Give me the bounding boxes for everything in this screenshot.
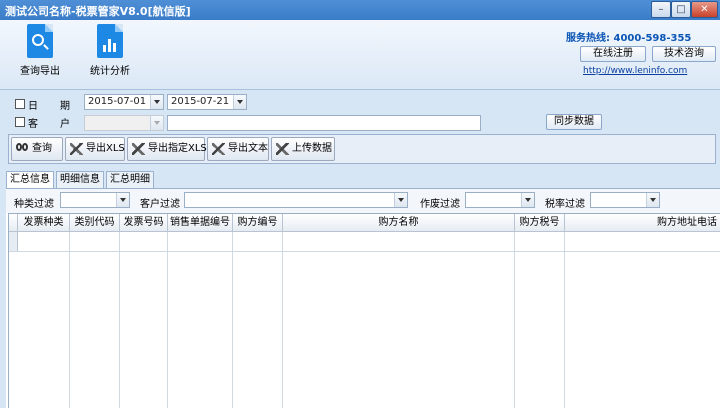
window-title: 测试公司名称-税票管家V8.0[航信版]: [5, 5, 191, 18]
query-button[interactable]: 查询: [11, 137, 63, 161]
table-row[interactable]: [9, 251, 720, 252]
magnifier-document-icon: [27, 24, 53, 58]
chevron-down-icon[interactable]: [150, 95, 163, 109]
export-specified-xls-button[interactable]: 导出指定XLS: [127, 137, 207, 161]
column-header[interactable]: 购方名称: [283, 214, 515, 232]
row-indicator: [9, 232, 18, 251]
row-indicator-header: [9, 214, 18, 232]
customer-filter-label: 客户过滤: [140, 199, 180, 210]
column-header[interactable]: 购方地址电话: [565, 214, 720, 232]
grid-header: 发票种类 类别代码 发票号码 销售单据编号 购方编号 购方名称 购方税号 购方地…: [9, 214, 720, 232]
tab-summary-info[interactable]: 汇总信息: [6, 171, 54, 189]
query-export-tool[interactable]: 查询导出: [10, 24, 70, 86]
close-button[interactable]: ✕: [691, 1, 718, 18]
type-filter-select[interactable]: [60, 192, 130, 208]
maximize-button[interactable]: □: [671, 1, 691, 18]
date-from-value: 2015-07-01: [88, 96, 147, 107]
online-register-button[interactable]: 在线注册: [580, 46, 646, 62]
tab-detail-info[interactable]: 明细信息: [56, 171, 104, 188]
customer-select[interactable]: [84, 115, 164, 131]
export-text-button[interactable]: 导出文本: [207, 137, 269, 161]
void-filter-label: 作废过滤: [420, 199, 460, 210]
column-divider: [564, 232, 565, 408]
date-to-picker[interactable]: 2015-07-21: [167, 94, 247, 110]
type-filter-label: 种类过滤: [14, 199, 54, 210]
chevron-down-icon[interactable]: [233, 95, 246, 109]
date-to-value: 2015-07-21: [171, 96, 230, 107]
export-icon: [132, 143, 145, 155]
date-label-1: 日: [28, 101, 38, 112]
column-divider: [167, 232, 168, 408]
date-checkbox[interactable]: [15, 99, 25, 109]
invoice-grid[interactable]: 发票种类 类别代码 发票号码 销售单据编号 购方编号 购方名称 购方税号 购方地…: [8, 213, 720, 408]
statistics-label: 统计分析: [90, 66, 130, 77]
customer-input[interactable]: [167, 115, 481, 131]
binoculars-icon: [16, 143, 29, 155]
chevron-down-icon[interactable]: [646, 193, 659, 207]
customer-label-2: 户: [60, 119, 70, 130]
customer-checkbox[interactable]: [15, 117, 25, 127]
upload-data-button[interactable]: 上传数据: [271, 137, 335, 161]
export-xls-button[interactable]: 导出XLS: [65, 137, 125, 161]
minimize-button[interactable]: –: [651, 1, 671, 18]
export-icon: [212, 143, 225, 155]
chevron-down-icon[interactable]: [394, 193, 407, 207]
column-divider: [514, 232, 515, 408]
column-header[interactable]: 购方编号: [233, 214, 283, 232]
bar-chart-document-icon: [97, 24, 123, 58]
tech-consult-button[interactable]: 技术咨询: [652, 46, 716, 62]
chevron-down-icon[interactable]: [150, 116, 163, 130]
chevron-down-icon[interactable]: [521, 193, 534, 207]
customer-label-1: 客: [28, 119, 38, 130]
taxrate-filter-label: 税率过滤: [545, 199, 585, 210]
void-filter-select[interactable]: [465, 192, 535, 208]
customer-filter-select[interactable]: [184, 192, 408, 208]
upload-icon: [276, 143, 289, 155]
column-header[interactable]: 购方税号: [515, 214, 565, 232]
date-from-picker[interactable]: 2015-07-01: [84, 94, 164, 110]
column-header[interactable]: 类别代码: [70, 214, 120, 232]
title-bar: 测试公司名称-税票管家V8.0[航信版] – □ ✕: [0, 0, 720, 20]
website-link[interactable]: http://www.leninfo.com: [583, 66, 687, 76]
date-label-2: 期: [60, 101, 70, 112]
chevron-down-icon[interactable]: [116, 193, 129, 207]
column-header[interactable]: 发票种类: [18, 214, 70, 232]
service-hotline: 服务热线: 4000-598-355: [566, 33, 692, 44]
column-divider: [119, 232, 120, 408]
column-divider: [282, 232, 283, 408]
column-header[interactable]: 发票号码: [120, 214, 168, 232]
statistics-tool[interactable]: 统计分析: [80, 24, 140, 86]
query-export-label: 查询导出: [20, 66, 60, 77]
header-panel: 查询导出 统计分析 服务热线: 4000-598-355 在线注册 技术咨询 h…: [0, 20, 720, 90]
column-header[interactable]: 销售单据编号: [168, 214, 233, 232]
sync-data-button[interactable]: 同步数据: [546, 114, 602, 130]
tab-summary-detail[interactable]: 汇总明细: [106, 171, 154, 188]
column-divider: [69, 232, 70, 408]
taxrate-filter-select[interactable]: [590, 192, 660, 208]
toolbar: 查询 导出XLS 导出指定XLS 导出文本 上传数据: [8, 134, 716, 164]
column-divider: [232, 232, 233, 408]
export-icon: [70, 143, 83, 155]
